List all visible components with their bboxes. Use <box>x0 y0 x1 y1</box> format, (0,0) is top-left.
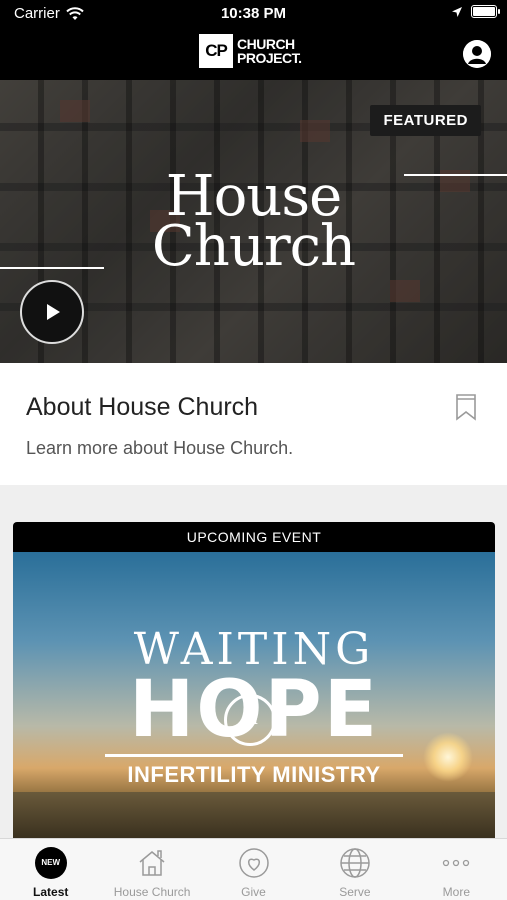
event-title-in: in <box>224 694 276 746</box>
hero-divider-left <box>0 267 104 269</box>
tab-house-church[interactable]: House Church <box>101 839 202 900</box>
play-button[interactable] <box>20 280 84 344</box>
upcoming-event-card[interactable]: UPCOMING EVENT WAITING HOPE in INFERTILI… <box>13 522 495 852</box>
play-icon <box>47 304 60 320</box>
bookmark-icon[interactable] <box>455 393 477 421</box>
top-bar: Carrier 10:38 PM CP CHURCH PROJECT. <box>0 0 507 80</box>
tab-label-house-church: House Church <box>113 885 191 899</box>
tab-label-serve: Serve <box>339 885 371 899</box>
tab-serve[interactable]: Serve <box>304 839 405 900</box>
house-icon <box>139 850 165 876</box>
tab-label-give: Give <box>241 885 266 899</box>
featured-hero[interactable]: FEATURED House Church <box>0 80 507 363</box>
location-arrow-icon <box>452 6 462 17</box>
status-time: 10:38 PM <box>220 5 287 22</box>
event-header: UPCOMING EVENT <box>186 529 322 545</box>
status-right <box>451 5 500 18</box>
tab-bar: NEW Latest House Church Give Serve More <box>0 838 507 900</box>
about-description: Learn more about House Church. <box>26 438 294 458</box>
logo-line-1: CHURCH <box>237 36 295 52</box>
tab-give[interactable]: Give <box>203 839 304 900</box>
heart-circle-icon <box>238 848 269 878</box>
profile-button[interactable] <box>463 40 491 68</box>
new-badge-icon: NEW <box>34 847 67 879</box>
more-dots-icon <box>443 859 470 867</box>
about-title: About House Church <box>26 393 259 421</box>
logo-line-2: PROJECT. <box>237 50 302 66</box>
new-badge: NEW <box>34 847 67 879</box>
church-project-logo[interactable]: CP CHURCH PROJECT. <box>199 34 302 68</box>
tab-label-more: More <box>442 885 470 899</box>
event-image: WAITING HOPE in INFERTILITY MINISTRY <box>13 552 495 852</box>
logo-mark: CP <box>199 34 233 68</box>
featured-badge: FEATURED <box>370 105 481 136</box>
tab-latest[interactable]: NEW Latest <box>0 839 101 900</box>
hero-title-line-2: Church <box>151 214 356 279</box>
app-screen: Carrier 10:38 PM CP CHURCH PROJECT. FEAT… <box>0 0 507 900</box>
hero-title: House Church <box>0 169 507 279</box>
battery-icon <box>471 5 500 18</box>
event-title-rule <box>105 754 403 757</box>
about-card[interactable]: About House Church Learn more about Hous… <box>0 363 507 485</box>
tab-more[interactable]: More <box>406 839 507 900</box>
person-circle-icon <box>463 40 491 68</box>
event-subtitle: INFERTILITY MINISTRY <box>127 762 381 787</box>
status-bar: Carrier 10:38 PM <box>0 0 507 26</box>
logo-wordmark: CHURCH PROJECT. <box>237 36 302 66</box>
tab-label-latest: Latest <box>33 885 69 899</box>
globe-icon <box>340 848 370 878</box>
